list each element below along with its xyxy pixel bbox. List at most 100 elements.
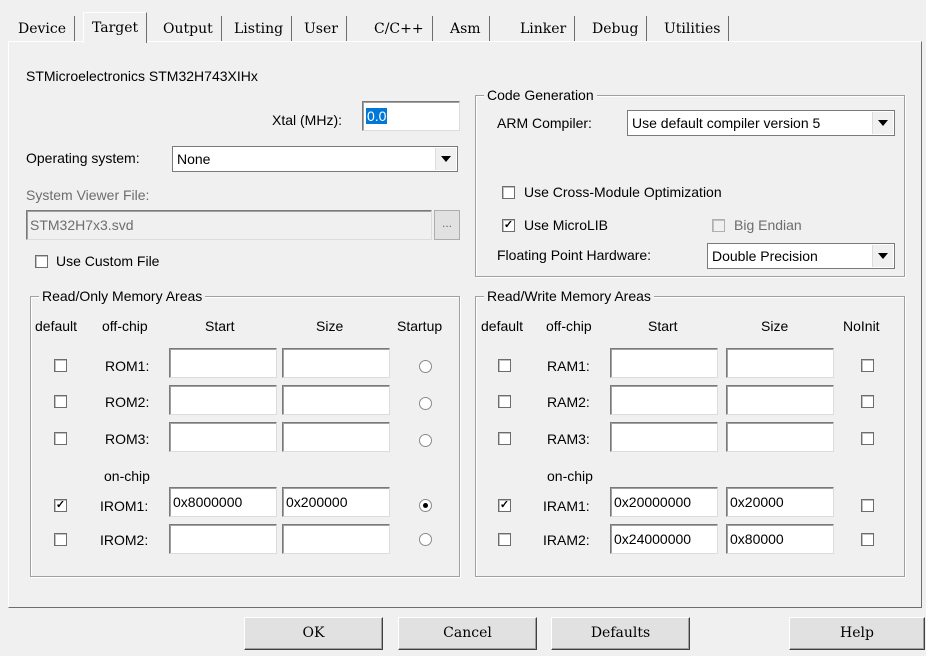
compiler-value: Use default compiler version 5 bbox=[632, 115, 821, 131]
rom3-start-input[interactable] bbox=[169, 422, 277, 452]
chevron-down-icon[interactable] bbox=[872, 112, 893, 134]
tab-device[interactable]: Device bbox=[10, 16, 76, 41]
ram3-size-input[interactable] bbox=[726, 422, 834, 452]
radio-selected-icon bbox=[423, 503, 428, 508]
xtal-input[interactable]: 0.0 bbox=[362, 101, 460, 131]
irom2-label: IROM2: bbox=[100, 532, 149, 548]
fph-value: Double Precision bbox=[712, 248, 818, 264]
os-label: Operating system: bbox=[26, 150, 140, 166]
ram3-noinit-checkbox[interactable] bbox=[861, 432, 874, 445]
tab-listing[interactable]: Listing bbox=[226, 16, 293, 41]
iram2-noinit-checkbox[interactable] bbox=[861, 533, 874, 546]
rom-header-size: Size bbox=[316, 318, 344, 334]
ram2-size-input[interactable] bbox=[726, 385, 834, 415]
irom2-default-checkbox[interactable] bbox=[54, 533, 67, 546]
irom2-startup-radio[interactable] bbox=[419, 533, 432, 546]
svf-label: System Viewer File: bbox=[26, 187, 150, 203]
irom1-default-checkbox[interactable]: ✓ bbox=[54, 499, 67, 512]
ram2-default-checkbox[interactable] bbox=[498, 395, 511, 408]
iram1-label: IRAM1: bbox=[543, 498, 590, 514]
ram3-label: RAM3: bbox=[547, 431, 590, 447]
iram1-start-input[interactable]: 0x20000000 bbox=[610, 487, 718, 517]
rom3-default-checkbox[interactable] bbox=[54, 432, 67, 445]
irom1-size-input[interactable]: 0x200000 bbox=[282, 487, 390, 517]
ram2-start-input[interactable] bbox=[610, 385, 718, 415]
big-endian-checkbox[interactable] bbox=[712, 219, 725, 232]
iram1-size-input[interactable]: 0x20000 bbox=[726, 487, 834, 517]
svf-browse-button[interactable]: ... bbox=[434, 210, 460, 240]
svf-input[interactable]: STM32H7x3.svd bbox=[26, 210, 432, 240]
ram1-default-checkbox[interactable] bbox=[498, 359, 511, 372]
rom1-startup-radio[interactable] bbox=[419, 360, 432, 373]
xtal-label: Xtal (MHz): bbox=[272, 112, 342, 128]
ram2-noinit-checkbox[interactable] bbox=[861, 395, 874, 408]
microlib-checkbox[interactable]: ✓ bbox=[502, 219, 515, 232]
fph-select[interactable]: Double Precision bbox=[707, 243, 895, 269]
os-select[interactable]: None bbox=[172, 146, 458, 172]
check-icon: ✓ bbox=[503, 219, 514, 231]
rom2-size-input[interactable] bbox=[282, 385, 390, 415]
iram1-default-checkbox[interactable]: ✓ bbox=[498, 499, 511, 512]
check-icon: ✓ bbox=[499, 499, 510, 511]
rom3-size-input[interactable] bbox=[282, 422, 390, 452]
rom1-start-input[interactable] bbox=[169, 348, 277, 378]
tab-linker[interactable]: Linker bbox=[512, 16, 576, 41]
iram2-label: IRAM2: bbox=[543, 532, 590, 548]
ram2-label: RAM2: bbox=[547, 394, 590, 410]
iram1-noinit-checkbox[interactable] bbox=[861, 499, 874, 512]
iram2-default-checkbox[interactable] bbox=[498, 533, 511, 546]
cross-module-label: Use Cross-Module Optimization bbox=[524, 184, 722, 200]
tab-asm[interactable]: Asm bbox=[442, 16, 490, 41]
rom1-size-input[interactable] bbox=[282, 348, 390, 378]
ok-button[interactable]: OK bbox=[244, 617, 383, 650]
chevron-down-icon[interactable] bbox=[872, 245, 893, 267]
rom-title: Read/Only Memory Areas bbox=[39, 287, 206, 305]
big-endian-label: Big Endian bbox=[734, 217, 802, 233]
rom1-default-checkbox[interactable] bbox=[54, 359, 67, 372]
ram-header-start: Start bbox=[648, 318, 678, 334]
defaults-button[interactable]: Defaults bbox=[551, 617, 690, 650]
iram2-start-input[interactable]: 0x24000000 bbox=[610, 524, 718, 554]
custom-file-label: Use Custom File bbox=[56, 253, 160, 269]
irom1-startup-radio[interactable] bbox=[419, 499, 432, 512]
rom3-label: ROM3: bbox=[105, 431, 150, 447]
help-button[interactable]: Help bbox=[789, 617, 925, 650]
ram1-size-input[interactable] bbox=[726, 348, 834, 378]
chevron-down-icon[interactable] bbox=[435, 148, 456, 170]
rom2-startup-radio[interactable] bbox=[419, 397, 432, 410]
compiler-select[interactable]: Use default compiler version 5 bbox=[627, 110, 895, 136]
microlib-label: Use MicroLIB bbox=[524, 217, 609, 233]
rom3-startup-radio[interactable] bbox=[419, 434, 432, 447]
code-generation-title: Code Generation bbox=[484, 86, 597, 104]
ram-header-offchip: off-chip bbox=[546, 318, 592, 334]
rom-header-start: Start bbox=[205, 318, 235, 334]
cross-module-checkbox[interactable] bbox=[502, 186, 515, 199]
ram3-start-input[interactable] bbox=[610, 422, 718, 452]
rom2-start-input[interactable] bbox=[169, 385, 277, 415]
rom1-label: ROM1: bbox=[105, 358, 150, 374]
iram2-size-input[interactable]: 0x80000 bbox=[726, 524, 834, 554]
irom2-size-input[interactable] bbox=[282, 524, 390, 554]
custom-file-checkbox[interactable] bbox=[35, 255, 48, 268]
irom1-label: IROM1: bbox=[100, 498, 149, 514]
check-icon: ✓ bbox=[55, 499, 66, 511]
tab-user[interactable]: User bbox=[296, 16, 347, 41]
fph-label: Floating Point Hardware: bbox=[497, 247, 652, 263]
ram1-noinit-checkbox[interactable] bbox=[861, 359, 874, 372]
tab-output[interactable]: Output bbox=[155, 16, 222, 41]
ram-header-size: Size bbox=[761, 318, 789, 334]
tab-utilities[interactable]: Utilities bbox=[656, 16, 730, 41]
tab-target[interactable]: Target bbox=[83, 12, 148, 43]
irom1-start-input[interactable]: 0x8000000 bbox=[169, 487, 277, 517]
compiler-label: ARM Compiler: bbox=[497, 115, 592, 131]
rom-header-startup: Startup bbox=[397, 318, 443, 334]
tab-debug[interactable]: Debug bbox=[584, 16, 648, 41]
rom2-default-checkbox[interactable] bbox=[54, 395, 67, 408]
irom2-start-input[interactable] bbox=[169, 524, 277, 554]
ram1-label: RAM1: bbox=[547, 358, 590, 374]
ram3-default-checkbox[interactable] bbox=[498, 432, 511, 445]
ram-header-noinit: NoInit bbox=[843, 318, 880, 334]
cancel-button[interactable]: Cancel bbox=[398, 617, 537, 650]
tab-cc[interactable]: C/C++ bbox=[366, 16, 433, 41]
ram1-start-input[interactable] bbox=[610, 348, 718, 378]
